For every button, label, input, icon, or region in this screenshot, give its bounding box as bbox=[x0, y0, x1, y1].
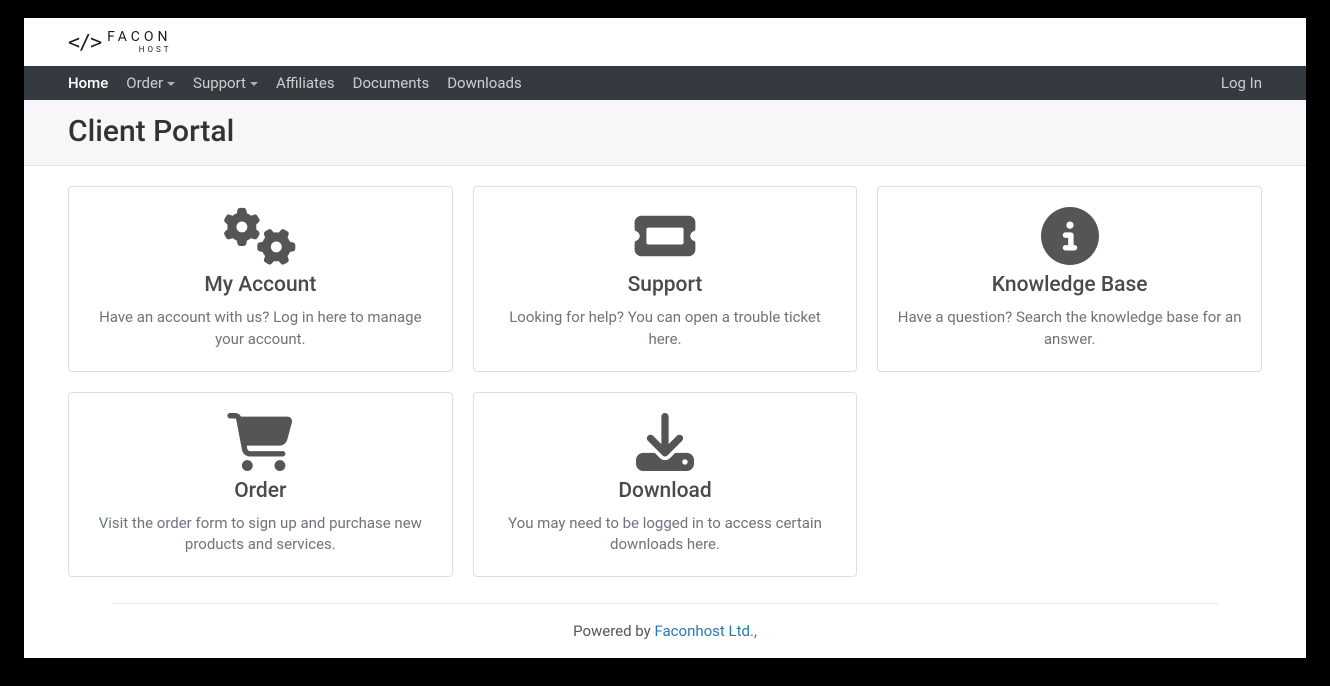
brand-logo[interactable]: </> FACON HOST bbox=[68, 30, 172, 54]
footer-prefix: Powered by bbox=[573, 622, 654, 640]
chevron-down-icon bbox=[167, 82, 175, 86]
logo-sub: HOST bbox=[107, 46, 171, 54]
footer: Powered by Faconhost Ltd., bbox=[112, 603, 1218, 658]
card-title: My Account bbox=[87, 273, 434, 297]
cards-grid: My Account Have an account with us? Log … bbox=[68, 186, 1262, 577]
card-support[interactable]: Support Looking for help? You can open a… bbox=[473, 186, 858, 372]
code-brackets-icon: </> bbox=[68, 30, 101, 54]
card-my-account[interactable]: My Account Have an account with us? Log … bbox=[68, 186, 453, 372]
nav-support[interactable]: Support bbox=[193, 74, 258, 92]
card-download[interactable]: Download You may need to be logged in to… bbox=[473, 392, 858, 578]
card-title: Support bbox=[492, 273, 839, 297]
card-desc: Looking for help? You can open a trouble… bbox=[492, 307, 839, 351]
card-desc: Have a question? Search the knowledge ba… bbox=[896, 307, 1243, 351]
main-navbar: Home Order Support Affiliates Documents bbox=[24, 66, 1306, 100]
page-title: Client Portal bbox=[68, 114, 1262, 149]
card-desc: Visit the order form to sign up and purc… bbox=[87, 513, 434, 557]
card-title: Knowledge Base bbox=[896, 273, 1243, 297]
nav-affiliates[interactable]: Affiliates bbox=[276, 74, 335, 92]
logo-brand: FACON bbox=[107, 30, 171, 44]
nav-documents[interactable]: Documents bbox=[353, 74, 430, 92]
download-icon bbox=[492, 411, 839, 473]
footer-link[interactable]: Faconhost Ltd., bbox=[654, 622, 756, 640]
page-header: Client Portal bbox=[24, 100, 1306, 166]
nav-home[interactable]: Home bbox=[68, 74, 108, 92]
card-title: Order bbox=[87, 479, 434, 503]
chevron-down-icon bbox=[250, 82, 258, 86]
nav-downloads[interactable]: Downloads bbox=[447, 74, 522, 92]
card-knowledge-base[interactable]: Knowledge Base Have a question? Search t… bbox=[877, 186, 1262, 372]
card-desc: Have an account with us? Log in here to … bbox=[87, 307, 434, 351]
card-title: Download bbox=[492, 479, 839, 503]
cart-icon bbox=[87, 411, 434, 473]
nav-login[interactable]: Log In bbox=[1221, 74, 1262, 92]
gears-icon bbox=[87, 205, 434, 267]
card-desc: You may need to be logged in to access c… bbox=[492, 513, 839, 557]
card-order[interactable]: Order Visit the order form to sign up an… bbox=[68, 392, 453, 578]
ticket-icon bbox=[492, 205, 839, 267]
logo-bar: </> FACON HOST bbox=[24, 18, 1306, 66]
nav-order[interactable]: Order bbox=[126, 74, 175, 92]
info-icon bbox=[896, 205, 1243, 267]
